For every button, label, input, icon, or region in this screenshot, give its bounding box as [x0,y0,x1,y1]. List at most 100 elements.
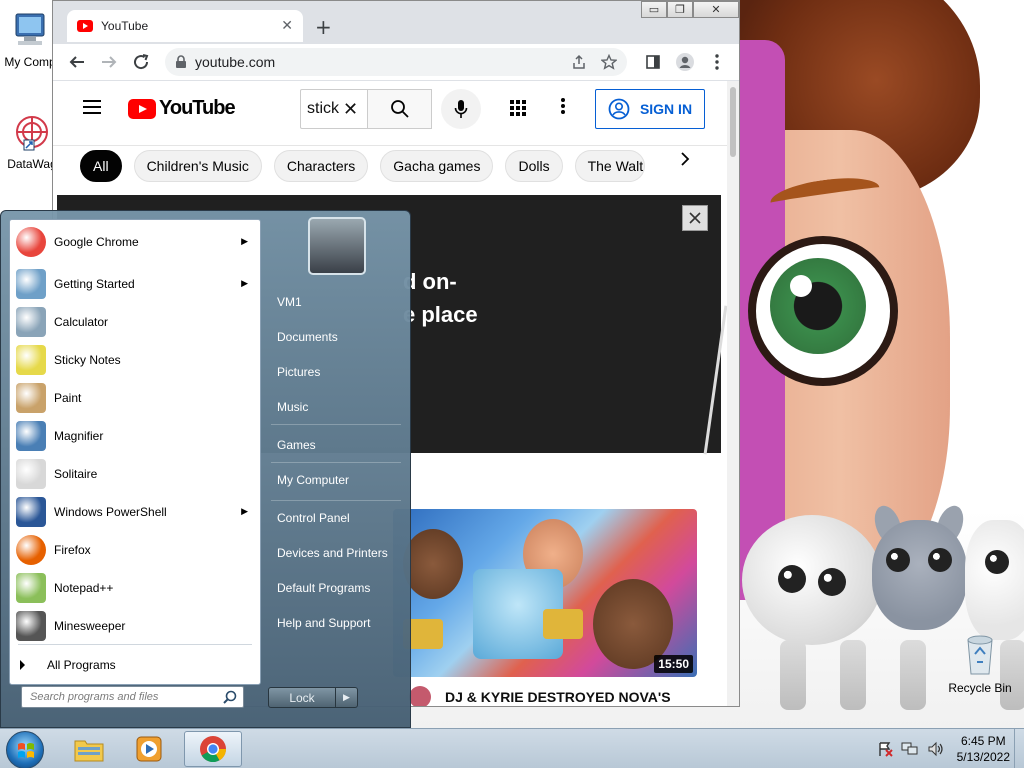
start-place-games[interactable]: Games [277,438,316,452]
youtube-logo[interactable]: YouTube [128,97,236,120]
back-button[interactable] [61,46,93,78]
url-text: youtube.com [195,54,276,70]
chip-childrens-music[interactable]: Children's Music [133,149,262,182]
start-menu-item-google-chrome[interactable]: Google Chrome ▶ [12,224,258,260]
user-picture-avatar[interactable] [308,217,366,275]
more-options-icon[interactable] [561,97,565,115]
forward-button[interactable] [93,46,125,78]
submenu-arrow-icon: ▶ [241,279,248,289]
taskbar-clock[interactable]: 6:45 PM 5/13/2022 [957,733,1010,765]
chevron-right-icon[interactable] [680,152,690,166]
media-player-icon [136,736,162,762]
side-panel-button[interactable] [637,46,669,78]
chrome-icon [200,736,227,763]
lock-button[interactable]: Lock [268,687,336,708]
start-menu-item-minesweeper[interactable]: Minesweeper [12,608,258,644]
share-icon[interactable] [571,54,587,70]
taskbar-media-player-button[interactable] [122,731,176,767]
start-button[interactable] [6,731,44,768]
start-menu-item-calculator[interactable]: Calculator [12,304,258,340]
lock-controls: Lock ▶ [268,687,358,708]
start-menu-item-solitaire[interactable]: Solitaire [12,456,258,492]
scrollbar-thumb[interactable] [730,87,736,157]
start-place-devices-and-printers[interactable]: Devices and Printers [277,546,388,560]
start-place-default-programs[interactable]: Default Programs [277,581,370,595]
video-title[interactable]: DJ & KYRIE DESTROYED NOVA'S [445,689,671,705]
volume-icon[interactable] [927,741,945,757]
firefox-icon [16,535,46,565]
minesweeper-icon [16,611,46,641]
wallpaper-cow-eye [985,550,1009,574]
minimize-button[interactable]: ▭ [641,1,667,18]
desktop-icon-label: My Comp [4,55,56,69]
wallpaper-leg [900,640,926,710]
network-icon[interactable] [901,741,919,757]
action-center-flag-icon[interactable] [877,741,893,757]
start-menu-item-label: Sticky Notes [54,353,121,367]
profile-button[interactable] [669,46,701,78]
tab-close-icon[interactable]: ✕ [281,18,293,34]
chrome-menu-button[interactable] [701,46,733,78]
clear-search-icon[interactable]: ✕ [343,99,358,120]
taskbar-explorer-button[interactable] [62,731,116,767]
channel-avatar[interactable] [409,686,431,706]
video-thumbnail[interactable]: 15:50 [393,509,697,677]
start-place-pictures[interactable]: Pictures [277,365,320,379]
taskbar-chrome-button[interactable] [184,731,242,767]
start-menu-item-getting-started[interactable]: Getting Started ▶ [12,266,258,302]
apps-grid-icon[interactable] [509,99,527,117]
start-place-help-and-support[interactable]: Help and Support [277,616,370,630]
search-icon [390,100,409,118]
start-place-documents[interactable]: Documents [277,330,338,344]
notepad-plus-plus-icon [16,573,46,603]
start-menu-item-windows-powershell[interactable]: Windows PowerShell ▶ [12,494,258,530]
ad-close-button[interactable] [682,205,708,231]
reload-button[interactable] [125,46,157,78]
bookmark-star-icon[interactable] [601,54,617,70]
start-place-control-panel[interactable]: Control Panel [277,511,350,525]
chip-gacha-games[interactable]: Gacha games [380,149,494,182]
all-programs-button[interactable]: All Programs [20,658,116,672]
chip-all[interactable]: All [80,149,122,182]
start-place-music[interactable]: Music [277,400,308,414]
voice-search-button[interactable] [441,89,481,129]
start-place-my-computer[interactable]: My Computer [277,473,349,487]
start-menu-item-magnifier[interactable]: Magnifier [12,418,258,454]
chip-characters[interactable]: Characters [273,149,369,182]
start-menu-item-sticky-notes[interactable]: Sticky Notes [12,342,258,378]
start-menu-programs: Google Chrome ▶ Getting Started ▶ Calculator… [9,219,261,685]
folder-icon [74,740,104,762]
submenu-arrow-icon: ▶ [241,237,248,247]
restore-button[interactable]: ❐ [667,1,693,18]
new-tab-button[interactable]: + [315,15,332,39]
search-button[interactable] [368,89,432,129]
sign-in-button[interactable]: SIGN IN [595,89,705,129]
lock-options-button[interactable]: ▶ [336,687,358,708]
wallpaper-leg [780,640,806,710]
wallpaper-donkey-eye [928,548,952,572]
desktop-icon-my-computer[interactable]: My Comp [0,10,60,69]
windows-logo-icon [18,743,34,758]
page-scrollbar[interactable] [727,81,739,706]
youtube-search: stick ✕ [300,89,432,129]
start-search-input[interactable]: Search programs and files [21,686,244,708]
search-input[interactable]: stick ✕ [300,89,368,129]
browser-tab-youtube[interactable]: YouTube ✕ [67,10,303,42]
show-desktop-button[interactable] [1014,729,1024,768]
all-programs-label: All Programs [47,658,116,672]
profile-avatar-icon [676,53,694,71]
start-menu-item-notepad-[interactable]: Notepad++ [12,570,258,606]
chip-dolls[interactable]: Dolls [505,149,563,182]
hamburger-menu-icon[interactable] [83,100,101,114]
magnifier-icon [16,421,46,451]
side-panel-icon [646,55,660,69]
chip-the-walt[interactable]: The Walt [574,149,645,182]
category-chips: All Children's Music Characters Gacha ga… [53,145,729,185]
start-search-placeholder: Search programs and files [30,691,159,703]
start-menu-item-firefox[interactable]: Firefox [12,532,258,568]
address-bar[interactable]: youtube.com [165,48,627,76]
start-place-vm1[interactable]: VM1 [277,295,302,309]
close-window-button[interactable]: ✕ [693,1,739,18]
start-menu-item-paint[interactable]: Paint [12,380,258,416]
desktop-icon-recycle-bin[interactable]: Recycle Bin [940,632,1020,695]
